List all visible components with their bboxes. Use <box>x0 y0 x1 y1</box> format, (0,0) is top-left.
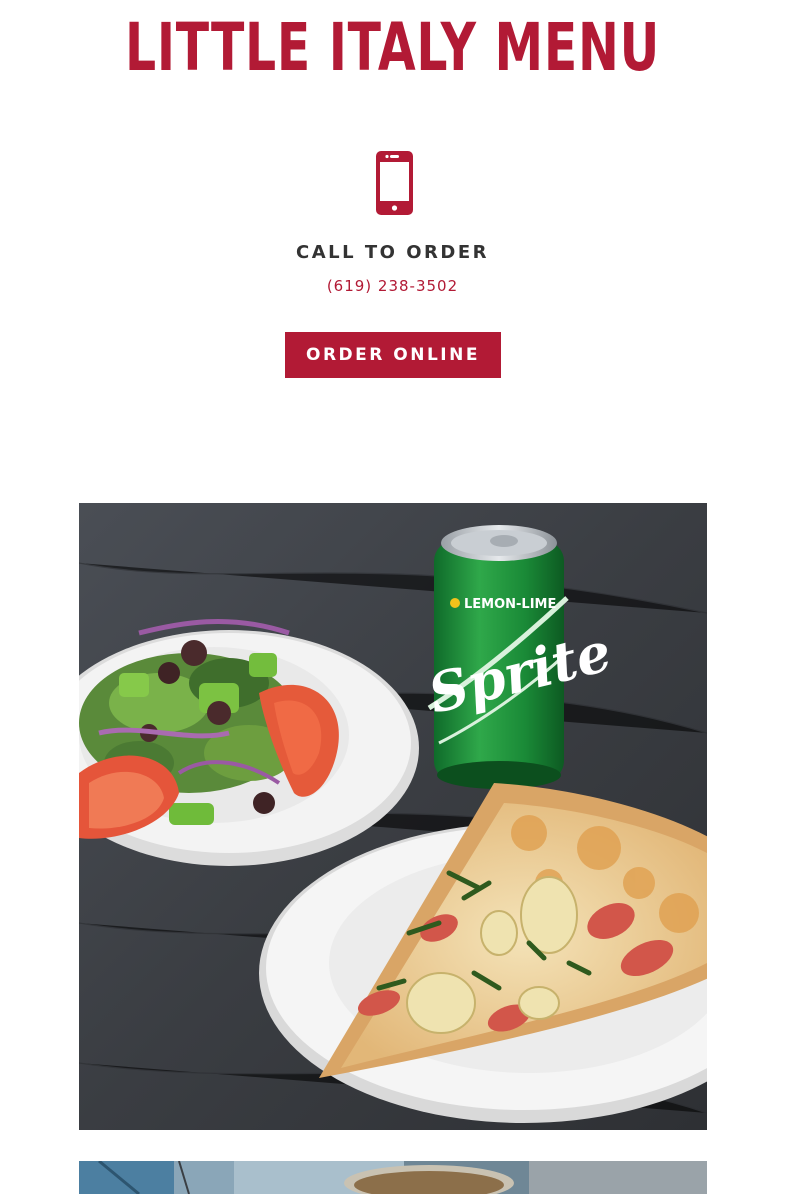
second-food-photo <box>79 1161 707 1194</box>
order-online-button[interactable]: ORDER ONLINE <box>285 332 501 378</box>
can-subtitle: LEMON-LIME <box>464 597 556 612</box>
page-title: LITTLE ITALY MENU <box>125 9 660 86</box>
salad-soda-pizza-photo: LEMON-LIME Sprite <box>79 503 707 1130</box>
mobile-phone-icon <box>376 151 413 215</box>
call-to-order-heading: CALL TO ORDER <box>296 242 489 263</box>
phone-number-link[interactable]: (619) 238-3502 <box>0 277 785 295</box>
